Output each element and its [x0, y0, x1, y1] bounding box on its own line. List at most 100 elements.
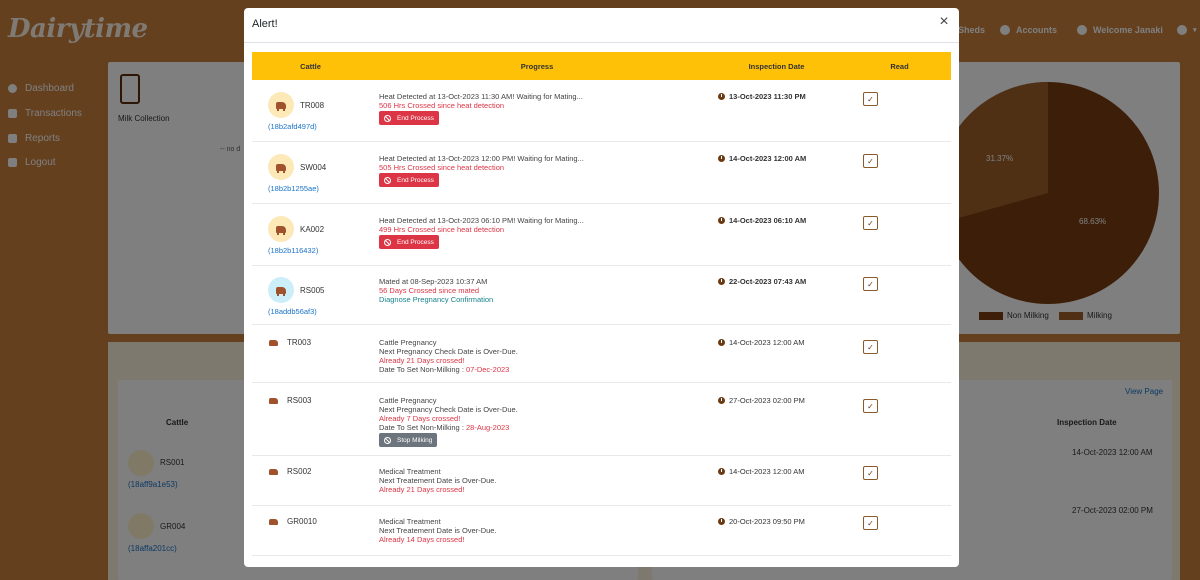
clock-icon: [718, 397, 725, 404]
inspection-date: 14-Oct-2023 12:00 AM: [718, 467, 804, 476]
end-process-label: End Process: [397, 238, 434, 246]
modal-title: Alert!: [252, 18, 278, 30]
ban-icon: [384, 114, 391, 122]
inspection-date: 20-Oct-2023 09:50 PM: [718, 517, 805, 526]
non-milking-line: Date To Set Non-Milking : 07-Dec-2023: [379, 365, 518, 374]
inspection-date: 22-Oct-2023 07:43 AM: [718, 277, 806, 286]
progress-line: 505 Hrs Crossed since heat detection: [379, 163, 505, 172]
progress-line: Heat Detected at 13-Oct-2023 06:10 PM! W…: [379, 216, 584, 225]
inspection-date: 13-Oct-2023 11:30 PM: [718, 92, 806, 101]
inspection-date: 14-Oct-2023 12:00 AM: [718, 338, 804, 347]
modal-body: Cattle Progress Inspection Date Read TR0…: [252, 52, 951, 567]
table-row: TR003 Cattle Pregnancy Next Pregnancy Ch…: [252, 325, 951, 383]
progress-cell: Cattle Pregnancy Next Pregnancy Check Da…: [379, 396, 518, 447]
col-header-cattle: Cattle: [300, 61, 321, 71]
progress-cell: Mated at 08-Sep-2023 10:37 AM 56 Days Cr…: [379, 277, 493, 304]
progress-line: Mated at 08-Sep-2023 10:37 AM: [379, 277, 488, 286]
table-row: TR008 (18b2afd497d) Heat Detected at 13-…: [252, 80, 951, 142]
progress-line: Heat Detected at 13-Oct-2023 12:00 PM! W…: [379, 154, 584, 163]
inspection-date-text: 14-Oct-2023 12:00 AM: [729, 338, 805, 347]
cattle-id-link[interactable]: (18addb56af3): [268, 307, 317, 316]
end-process-button[interactable]: End Process: [379, 111, 439, 125]
cow-icon: [269, 398, 278, 404]
progress-line: Cattle Pregnancy: [379, 396, 437, 405]
inspection-date-text: 14-Oct-2023 06:10 AM: [729, 216, 807, 225]
inspection-date-text: 22-Oct-2023 07:43 AM: [729, 277, 807, 286]
table-row: SW004 (18b2b1255ae) Heat Detected at 13-…: [252, 142, 951, 204]
mark-read-checkbox[interactable]: ✓: [863, 466, 878, 480]
cattle-avatar: [268, 92, 294, 118]
mark-read-checkbox[interactable]: ✓: [863, 92, 878, 106]
non-milking-line: Date To Set Non-Milking : 28-Aug-2023: [379, 423, 518, 432]
clock-icon: [718, 468, 725, 475]
non-milking-date: 28-Aug-2023: [465, 423, 510, 432]
progress-cell: Heat Detected at 13-Oct-2023 12:00 PM! W…: [379, 154, 584, 187]
cattle-avatar: [268, 216, 294, 242]
end-process-button[interactable]: End Process: [379, 173, 439, 187]
mark-read-checkbox[interactable]: ✓: [863, 399, 878, 413]
progress-line: Next Pregnancy Check Date is Over-Due.: [379, 405, 518, 414]
cow-icon: [276, 163, 286, 173]
cow-icon: [269, 340, 278, 346]
alert-modal: Alert! × Cattle Progress Inspection Date…: [244, 8, 959, 567]
clock-icon: [718, 278, 725, 285]
progress-line: 506 Hrs Crossed since heat detection: [379, 101, 505, 110]
inspection-date: 14-Oct-2023 06:10 AM: [718, 216, 806, 225]
mark-read-checkbox[interactable]: ✓: [863, 154, 878, 168]
inspection-date: 27-Oct-2023 02:00 PM: [718, 396, 805, 405]
inspection-date-text: 27-Oct-2023 02:00 PM: [729, 396, 805, 405]
cattle-tag: RS003: [287, 396, 312, 405]
clock-icon: [718, 93, 725, 100]
cow-icon: [276, 225, 286, 235]
cattle-tag: TR008: [300, 101, 325, 110]
mark-read-checkbox[interactable]: ✓: [863, 277, 878, 291]
cattle-tag: RS002: [287, 467, 312, 476]
col-header-inspection-date: Inspection Date: [748, 61, 805, 71]
clock-icon: [718, 518, 725, 525]
cattle-tag: GR0010: [287, 517, 317, 526]
mark-read-checkbox[interactable]: ✓: [863, 516, 878, 530]
end-process-button[interactable]: End Process: [379, 235, 439, 249]
non-milking-date: 07-Dec-2023: [465, 365, 510, 374]
end-process-label: End Process: [397, 114, 434, 122]
cattle-avatar: [268, 277, 294, 303]
cattle-id-link[interactable]: (18b2b1255ae): [268, 184, 319, 193]
ban-icon: [384, 176, 391, 184]
ban-icon: [384, 436, 391, 444]
mark-read-checkbox[interactable]: ✓: [863, 216, 878, 230]
progress-line: Next Pregnancy Check Date is Over-Due.: [379, 347, 518, 356]
inspection-date-text: 14-Oct-2023 12:00 AM: [729, 467, 805, 476]
col-header-progress: Progress: [520, 61, 554, 71]
close-icon[interactable]: ×: [937, 14, 951, 30]
table-row: GR0010 Medical Treatment Next Treatement…: [252, 506, 951, 556]
cattle-tag: RS005: [300, 286, 325, 295]
ban-icon: [384, 238, 391, 246]
end-process-label: End Process: [397, 176, 434, 184]
table-row: KA002 (18b2b116432) Heat Detected at 13-…: [252, 204, 951, 266]
cow-icon: [276, 101, 286, 111]
inspection-date: 14-Oct-2023 12:00 AM: [718, 154, 806, 163]
progress-line: Already 21 Days crossed!: [379, 356, 465, 365]
progress-line: Medical Treatment: [379, 467, 441, 476]
clock-icon: [718, 217, 725, 224]
progress-line: Already 14 Days crossed!: [379, 535, 465, 544]
progress-line: Already 21 Days crossed!: [379, 485, 465, 494]
progress-line: Medical Treatment: [379, 517, 441, 526]
progress-cell: Medical Treatment Next Treatement Date i…: [379, 467, 497, 494]
table-row: RS003 Cattle Pregnancy Next Pregnancy Ch…: [252, 383, 951, 456]
progress-line: 56 Days Crossed since mated: [379, 286, 480, 295]
progress-line: Diagnose Pregnancy Confirmation: [379, 295, 494, 304]
clock-icon: [718, 155, 725, 162]
progress-cell: Medical Treatment Next Treatement Date i…: [379, 517, 497, 544]
progress-line: Cattle Pregnancy: [379, 338, 437, 347]
progress-line: 499 Hrs Crossed since heat detection: [379, 225, 505, 234]
non-milking-label: Date To Set Non-Milking :: [379, 365, 466, 374]
cattle-id-link[interactable]: (18b2b116432): [268, 246, 318, 255]
stop-milking-button[interactable]: Stop Milking: [379, 433, 438, 447]
cattle-id-link[interactable]: (18b2afd497d): [268, 122, 317, 131]
non-milking-label: Date To Set Non-Milking :: [379, 423, 466, 432]
progress-line: Heat Detected at 13-Oct-2023 11:30 AM! W…: [379, 92, 583, 101]
inspection-date-text: 14-Oct-2023 12:00 AM: [729, 154, 807, 163]
mark-read-checkbox[interactable]: ✓: [863, 340, 878, 354]
progress-line: Already 7 Days crossed!: [379, 414, 461, 423]
